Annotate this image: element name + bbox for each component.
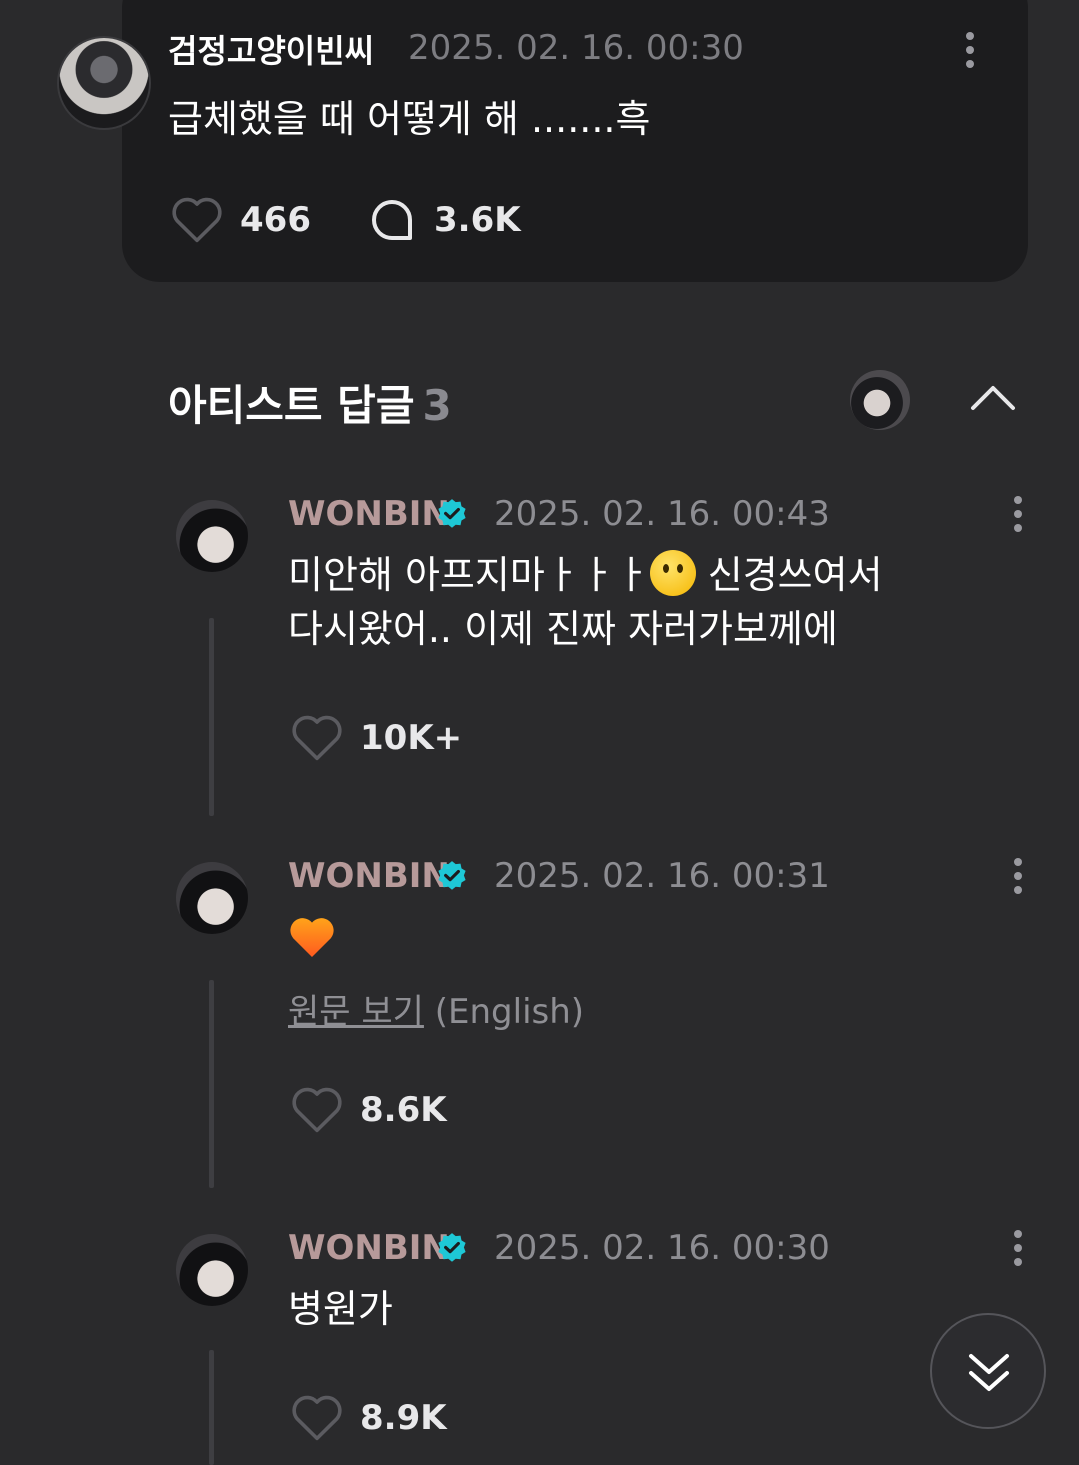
reply-author-name[interactable]: WONBIN [288, 856, 450, 896]
original-language: (English) [423, 992, 585, 1032]
view-original-link[interactable]: 원문 보기 [288, 992, 424, 1032]
reply-like-icon[interactable] [290, 1084, 344, 1134]
reply-like-count: 10K+ [360, 718, 463, 758]
verified-badge-icon [438, 1233, 466, 1262]
artist-replies-title: 아티스트 답글 3 [168, 372, 452, 433]
reply-like-icon[interactable] [290, 1392, 344, 1442]
post-author-avatar[interactable] [57, 36, 151, 130]
reply-like-count: 8.6K [360, 1090, 447, 1130]
post-more-icon[interactable] [964, 32, 976, 72]
artist-replies-count: 3 [422, 381, 452, 430]
reply-author-name[interactable]: WONBIN [288, 1228, 450, 1268]
thread-line [209, 1350, 214, 1465]
post-text: 급체했을 때 어떻게 해 .......흑 [168, 97, 651, 141]
reply-author-name[interactable]: WONBIN [288, 494, 450, 534]
reply-text-line: 다시왔어.. 이제 진짜 자러가보께에 [288, 607, 838, 651]
double-chevron-down-icon [969, 1354, 1009, 1391]
post-comment-count: 3.6K [434, 200, 521, 240]
thread-line [209, 618, 214, 816]
reply-text: 미안해 아프지마ㅏㅏㅏ 신경쓰여서 다시왔어.. 이제 진짜 자러가보께에 [288, 548, 883, 656]
reply-text-part: 미안해 아프지마ㅏㅏㅏ [288, 553, 650, 597]
orange-heart-emoji-icon [290, 918, 334, 957]
reply-more-icon[interactable] [1012, 1230, 1024, 1270]
smile-emoji-icon [649, 550, 696, 596]
reply-text-part: 신경쓰여서 [695, 553, 883, 597]
reply-timestamp: 2025. 02. 16. 00:43 [494, 494, 830, 534]
artist-avatar [850, 370, 910, 430]
reply-text: 병원가 [288, 1287, 393, 1331]
post-like-icon[interactable] [170, 194, 224, 244]
reply-avatar[interactable] [176, 500, 248, 572]
post-timestamp: 2025. 02. 16. 00:30 [408, 28, 744, 68]
reply-more-icon[interactable] [1012, 496, 1024, 536]
verified-badge-icon [438, 861, 466, 890]
post-comment-icon[interactable] [368, 196, 416, 244]
reply-like-icon[interactable] [290, 712, 344, 762]
artist-replies-label: 아티스트 답글 [168, 381, 415, 430]
post-username[interactable]: 검정고양이빈씨 [168, 26, 374, 72]
reply-timestamp: 2025. 02. 16. 00:30 [494, 1228, 830, 1268]
chevron-up-icon[interactable] [968, 378, 1018, 418]
translate-line: 원문 보기 (English) [288, 984, 584, 1033]
reply-timestamp: 2025. 02. 16. 00:31 [494, 856, 830, 896]
verified-badge-icon [438, 499, 466, 528]
post-like-count: 466 [240, 200, 311, 240]
reply-avatar[interactable] [176, 1234, 248, 1306]
reply-like-count: 8.9K [360, 1398, 447, 1438]
reply-avatar[interactable] [176, 862, 248, 934]
reply-more-icon[interactable] [1012, 858, 1024, 898]
scroll-down-button[interactable] [930, 1313, 1046, 1429]
thread-line [209, 980, 214, 1188]
